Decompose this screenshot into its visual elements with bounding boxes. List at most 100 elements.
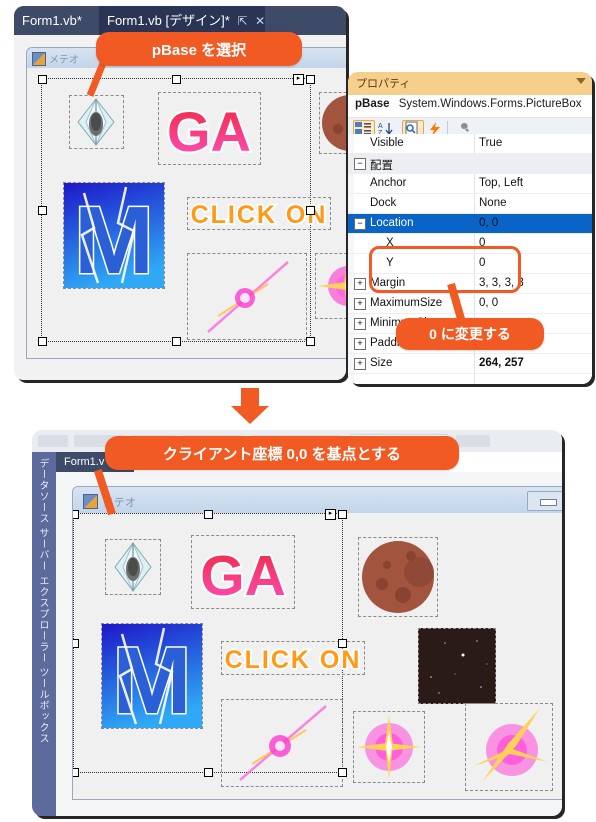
properties-object-selector[interactable]: pBase System.Windows.Forms.PictureBox bbox=[348, 95, 592, 118]
picturebox-planet-top[interactable] bbox=[319, 92, 346, 154]
visual-studio-window-bottom: データソース サーバー エクスプローラー ツールボックス Form1.v メテオ bbox=[32, 430, 562, 816]
category-name: 配置 bbox=[370, 160, 393, 172]
starfield-thumbnail bbox=[419, 629, 495, 703]
pin-icon[interactable]: ⇱ bbox=[237, 14, 247, 28]
property-row-size[interactable]: + Size 264, 257 bbox=[348, 354, 592, 374]
ga-logo-thumbnail: GA bbox=[165, 98, 253, 164]
picturebox-burst-top[interactable] bbox=[315, 253, 346, 319]
selection-handle-tc[interactable] bbox=[204, 510, 213, 519]
form-titlebar: メテオ bbox=[73, 487, 562, 514]
property-row-maximumsize[interactable]: + MaximumSize 0, 0 bbox=[348, 294, 592, 314]
callout-text: クライアント座標 0,0 を基点とする bbox=[162, 445, 402, 463]
property-name: Visible bbox=[370, 137, 404, 149]
tab-label: Form1.v bbox=[64, 456, 105, 468]
property-row-location[interactable]: − Location 0, 0 bbox=[348, 214, 592, 234]
form-icon bbox=[32, 52, 46, 66]
ga-logo-thumbnail: GA bbox=[198, 542, 288, 608]
property-value[interactable]: None bbox=[479, 197, 507, 209]
selection-handle-tl[interactable] bbox=[73, 510, 79, 519]
designer-surface-top: メテオ GA M CLICK ON ▸ bbox=[14, 35, 346, 380]
property-name: Anchor bbox=[370, 177, 407, 189]
burst-thumbnail bbox=[318, 266, 346, 306]
close-icon[interactable]: ✕ bbox=[255, 14, 265, 28]
property-row-dock[interactable]: Dock None bbox=[348, 194, 592, 214]
form-title: メテオ bbox=[49, 55, 79, 66]
selection-handle-tr[interactable] bbox=[338, 510, 347, 519]
m-logo-thumbnail: M bbox=[102, 624, 202, 728]
picturebox-planet-bottom[interactable] bbox=[358, 537, 438, 617]
object-type: System.Windows.Forms.PictureBox bbox=[398, 98, 582, 110]
selection-handle-bc[interactable] bbox=[172, 337, 181, 346]
dock-sidebar-left: データソース サーバー エクスプローラー ツールボックス bbox=[32, 452, 56, 816]
selection-handle-tc[interactable] bbox=[172, 75, 181, 84]
smart-tag-glyph[interactable]: ▸ bbox=[325, 509, 336, 520]
callout-change-to-zero: 0 に変更する bbox=[396, 318, 544, 350]
selection-handle-bc[interactable] bbox=[204, 768, 213, 777]
property-value[interactable]: True bbox=[479, 137, 502, 149]
collapse-icon[interactable]: − bbox=[354, 158, 366, 170]
property-value[interactable]: Top, Left bbox=[479, 177, 523, 189]
toolbar-chunk-1[interactable] bbox=[38, 435, 68, 447]
burst-thumbnail bbox=[357, 715, 421, 779]
editor-tabstrip-top: Form1.vb* Form1.vb [デザイン]* ⇱ ✕ bbox=[14, 6, 346, 35]
picturebox-m[interactable]: M bbox=[63, 182, 165, 289]
callout-text: 0 に変更する bbox=[429, 326, 511, 342]
expand-icon[interactable]: + bbox=[354, 338, 366, 350]
design-form-bottom: メテオ GA M CLICK ON ▸ bbox=[72, 486, 562, 800]
callout-text: pBase を選択 bbox=[151, 41, 247, 59]
expand-icon[interactable]: + bbox=[354, 278, 366, 290]
flow-arrow-down-icon bbox=[231, 388, 269, 424]
picturebox-starfield[interactable] bbox=[418, 628, 496, 704]
expand-icon[interactable]: + bbox=[354, 358, 366, 370]
object-name: pBase bbox=[355, 98, 390, 110]
collapse-icon[interactable]: − bbox=[354, 218, 366, 230]
picturebox-beam[interactable] bbox=[221, 699, 343, 787]
selection-handle-ml[interactable] bbox=[73, 639, 79, 648]
picturebox-burst-2[interactable] bbox=[465, 703, 553, 791]
picturebox-ship[interactable] bbox=[69, 95, 124, 149]
xy-rows-highlight bbox=[369, 246, 521, 293]
toolbar-chunk-7[interactable] bbox=[456, 435, 490, 447]
property-row-anchor[interactable]: Anchor Top, Left bbox=[348, 174, 592, 194]
property-value[interactable]: 0, 0 bbox=[479, 217, 498, 229]
picturebox-ga[interactable]: GA bbox=[191, 535, 295, 609]
picturebox-beam[interactable] bbox=[187, 253, 307, 340]
selection-handle-tr[interactable] bbox=[306, 75, 315, 84]
beam-thumbnail bbox=[239, 705, 327, 781]
property-value[interactable]: 264, 257 bbox=[479, 357, 524, 369]
minimize-button[interactable] bbox=[527, 491, 562, 511]
selection-handle-br[interactable] bbox=[306, 337, 315, 346]
form-client-area: GA M CLICK ON ▸ bbox=[73, 509, 562, 799]
svg-text:GA: GA bbox=[200, 544, 286, 608]
picturebox-burst-1[interactable] bbox=[353, 711, 425, 783]
picturebox-m[interactable]: M bbox=[101, 623, 203, 729]
property-name: Size bbox=[370, 357, 393, 369]
expand-icon[interactable]: + bbox=[354, 298, 366, 310]
properties-titlebar: プロパティ bbox=[348, 72, 592, 95]
selection-handle-tl[interactable] bbox=[38, 75, 47, 84]
planet-thumbnail bbox=[362, 541, 434, 613]
svg-text:GA: GA bbox=[167, 100, 251, 163]
selection-handle-br[interactable] bbox=[338, 768, 347, 777]
picturebox-ship[interactable] bbox=[105, 539, 161, 595]
expand-icon[interactable]: + bbox=[354, 318, 366, 330]
property-row-visible[interactable]: Visible True bbox=[348, 134, 592, 154]
property-category-layout[interactable]: − 配置 bbox=[348, 154, 592, 174]
selection-handle-ml[interactable] bbox=[38, 206, 47, 215]
tab-form1-vb-design[interactable]: Form1.vb [デザイン]* ⇱ ✕ bbox=[99, 6, 265, 35]
picturebox-ga[interactable]: GA bbox=[158, 92, 261, 165]
svg-text:CLICK ON: CLICK ON bbox=[225, 646, 362, 674]
selection-handle-mr[interactable] bbox=[338, 639, 347, 648]
svg-text:A: A bbox=[378, 123, 383, 130]
selection-handle-bl[interactable] bbox=[73, 768, 79, 777]
smart-tag-glyph[interactable]: ▸ bbox=[293, 74, 304, 85]
dock-labels[interactable]: データソース サーバー エクスプローラー ツールボックス bbox=[35, 458, 50, 744]
ship-thumbnail bbox=[114, 541, 152, 593]
chevron-down-icon[interactable] bbox=[576, 78, 586, 84]
m-logo-thumbnail: M bbox=[64, 183, 164, 288]
property-value[interactable]: 0, 0 bbox=[479, 297, 498, 309]
form-client-area: GA M CLICK ON ▸ bbox=[27, 68, 346, 358]
selection-handle-mr[interactable] bbox=[306, 206, 315, 215]
selection-handle-bl[interactable] bbox=[38, 337, 47, 346]
callout-select-pbase: pBase を選択 bbox=[96, 32, 302, 66]
